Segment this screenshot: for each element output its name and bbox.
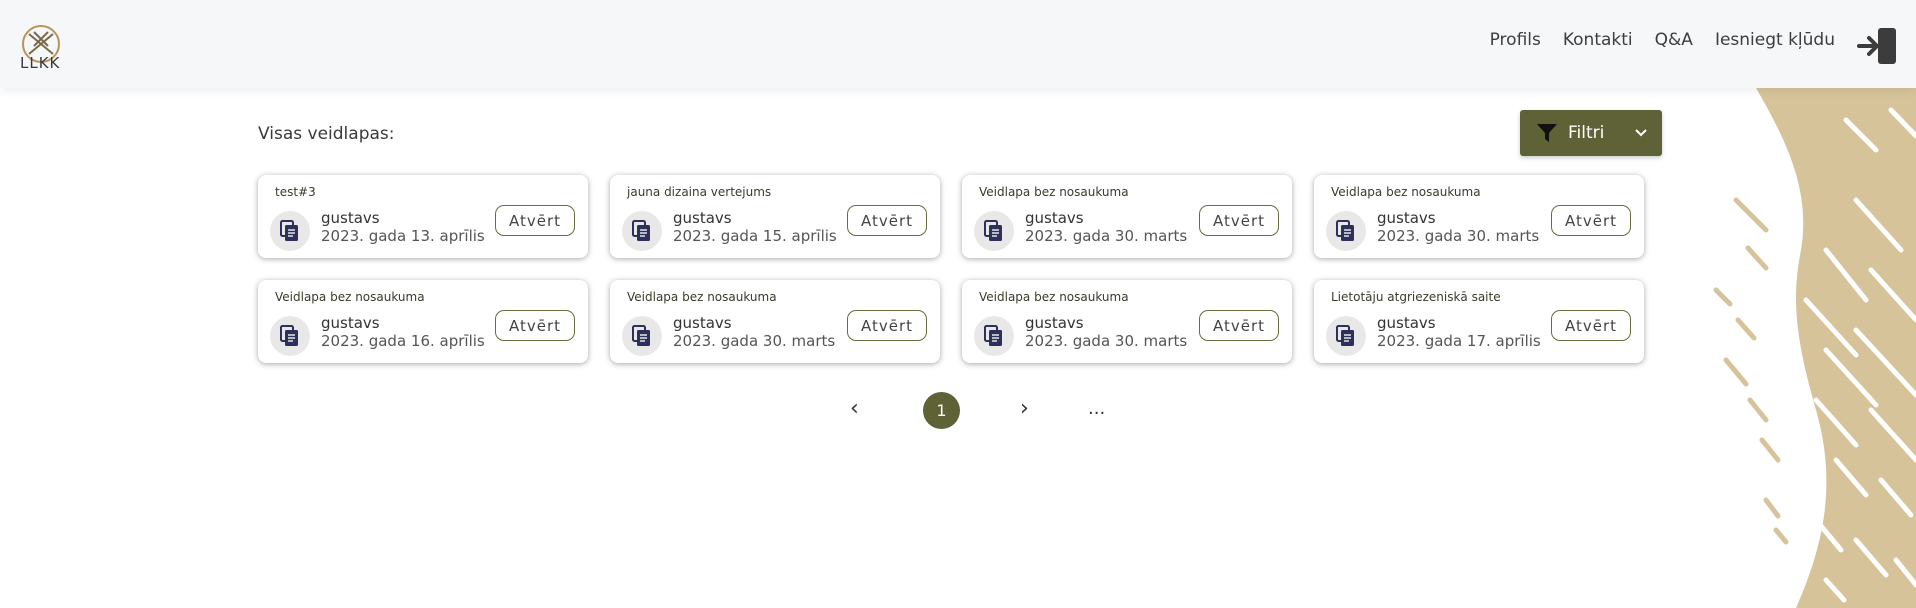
top-header: LLKK Profils Kontakti Q&A Iesniegt kļūdu	[0, 0, 1916, 88]
form-title: jauna dizaina vertejums	[627, 185, 772, 199]
copy-document-icon	[270, 211, 310, 251]
copy-document-icon	[974, 211, 1014, 251]
open-button[interactable]: Atvērt	[495, 310, 575, 341]
form-author: gustavs	[1025, 314, 1084, 332]
open-button[interactable]: Atvērt	[1199, 205, 1279, 236]
form-author: gustavs	[673, 314, 732, 332]
open-button[interactable]: Atvērt	[1199, 310, 1279, 341]
copy-document-icon	[1326, 316, 1366, 356]
open-button[interactable]: Atvērt	[1551, 310, 1631, 341]
form-title: Veidlapa bez nosaukuma	[979, 290, 1129, 304]
nav-contacts[interactable]: Kontakti	[1563, 30, 1633, 50]
open-button[interactable]: Atvērt	[847, 205, 927, 236]
form-date: 2023. gada 30. marts	[673, 332, 836, 350]
form-card: Veidlapa bez nosaukuma gustavs 2023. gad…	[258, 280, 588, 363]
current-page-button[interactable]: 1	[923, 392, 960, 429]
form-card: Veidlapa bez nosaukuma gustavs 2023. gad…	[610, 280, 940, 363]
form-author: gustavs	[1025, 209, 1084, 227]
decorative-background	[1713, 88, 1916, 608]
copy-document-icon	[974, 316, 1014, 356]
logo-text: LLKK	[20, 54, 61, 72]
funnel-icon	[1537, 124, 1557, 142]
form-title: Veidlapa bez nosaukuma	[627, 290, 777, 304]
form-title: Veidlapa bez nosaukuma	[1331, 185, 1481, 199]
form-date: 2023. gada 15. aprīlis	[673, 227, 837, 245]
nav-profile[interactable]: Profils	[1490, 30, 1541, 50]
main-nav: Profils Kontakti Q&A Iesniegt kļūdu	[1490, 30, 1835, 50]
form-title: test#3	[275, 185, 316, 199]
form-author: gustavs	[321, 209, 380, 227]
form-title: Lietotāju atgriezeniskā saite	[1331, 290, 1501, 304]
form-card: jauna dizaina vertejums gustavs 2023. ga…	[610, 175, 940, 258]
form-date: 2023. gada 17. aprīlis	[1377, 332, 1541, 350]
form-card: Veidlapa bez nosaukuma gustavs 2023. gad…	[1314, 175, 1644, 258]
previous-page-button[interactable]: ‹	[850, 396, 859, 421]
form-card: test#3 gustavs 2023. gada 13. aprīlis At…	[258, 175, 588, 258]
form-card: Veidlapa bez nosaukuma gustavs 2023. gad…	[962, 280, 1292, 363]
form-author: gustavs	[1377, 314, 1436, 332]
open-button[interactable]: Atvērt	[1551, 205, 1631, 236]
nav-report-bug[interactable]: Iesniegt kļūdu	[1715, 30, 1835, 50]
form-author: gustavs	[1377, 209, 1436, 227]
form-date: 2023. gada 13. aprīlis	[321, 227, 485, 245]
form-title: Veidlapa bez nosaukuma	[979, 185, 1129, 199]
form-author: gustavs	[321, 314, 380, 332]
more-pages-button[interactable]: ...	[1088, 398, 1105, 419]
nav-qa[interactable]: Q&A	[1655, 30, 1693, 50]
copy-document-icon	[622, 211, 662, 251]
logout-door-icon[interactable]	[1856, 26, 1900, 66]
filter-button[interactable]: Filtri	[1520, 110, 1662, 156]
form-title: Veidlapa bez nosaukuma	[275, 290, 425, 304]
copy-document-icon	[1326, 211, 1366, 251]
copy-document-icon	[622, 316, 662, 356]
next-page-button[interactable]: ›	[1020, 396, 1029, 421]
form-date: 2023. gada 30. marts	[1377, 227, 1540, 245]
form-date: 2023. gada 30. marts	[1025, 332, 1188, 350]
form-card: Veidlapa bez nosaukuma gustavs 2023. gad…	[962, 175, 1292, 258]
form-date: 2023. gada 30. marts	[1025, 227, 1188, 245]
form-date: 2023. gada 16. aprīlis	[321, 332, 485, 350]
form-author: gustavs	[673, 209, 732, 227]
chevron-down-icon	[1635, 129, 1647, 137]
open-button[interactable]: Atvērt	[847, 310, 927, 341]
filter-label: Filtri	[1568, 123, 1605, 143]
pagination: ‹ 1 › ...	[258, 392, 1662, 432]
form-card: Lietotāju atgriezeniskā saite gustavs 20…	[1314, 280, 1644, 363]
page-title: Visas veidlapas:	[258, 124, 395, 144]
open-button[interactable]: Atvērt	[495, 205, 575, 236]
forms-grid: test#3 gustavs 2023. gada 13. aprīlis At…	[258, 175, 1644, 363]
copy-document-icon	[270, 316, 310, 356]
